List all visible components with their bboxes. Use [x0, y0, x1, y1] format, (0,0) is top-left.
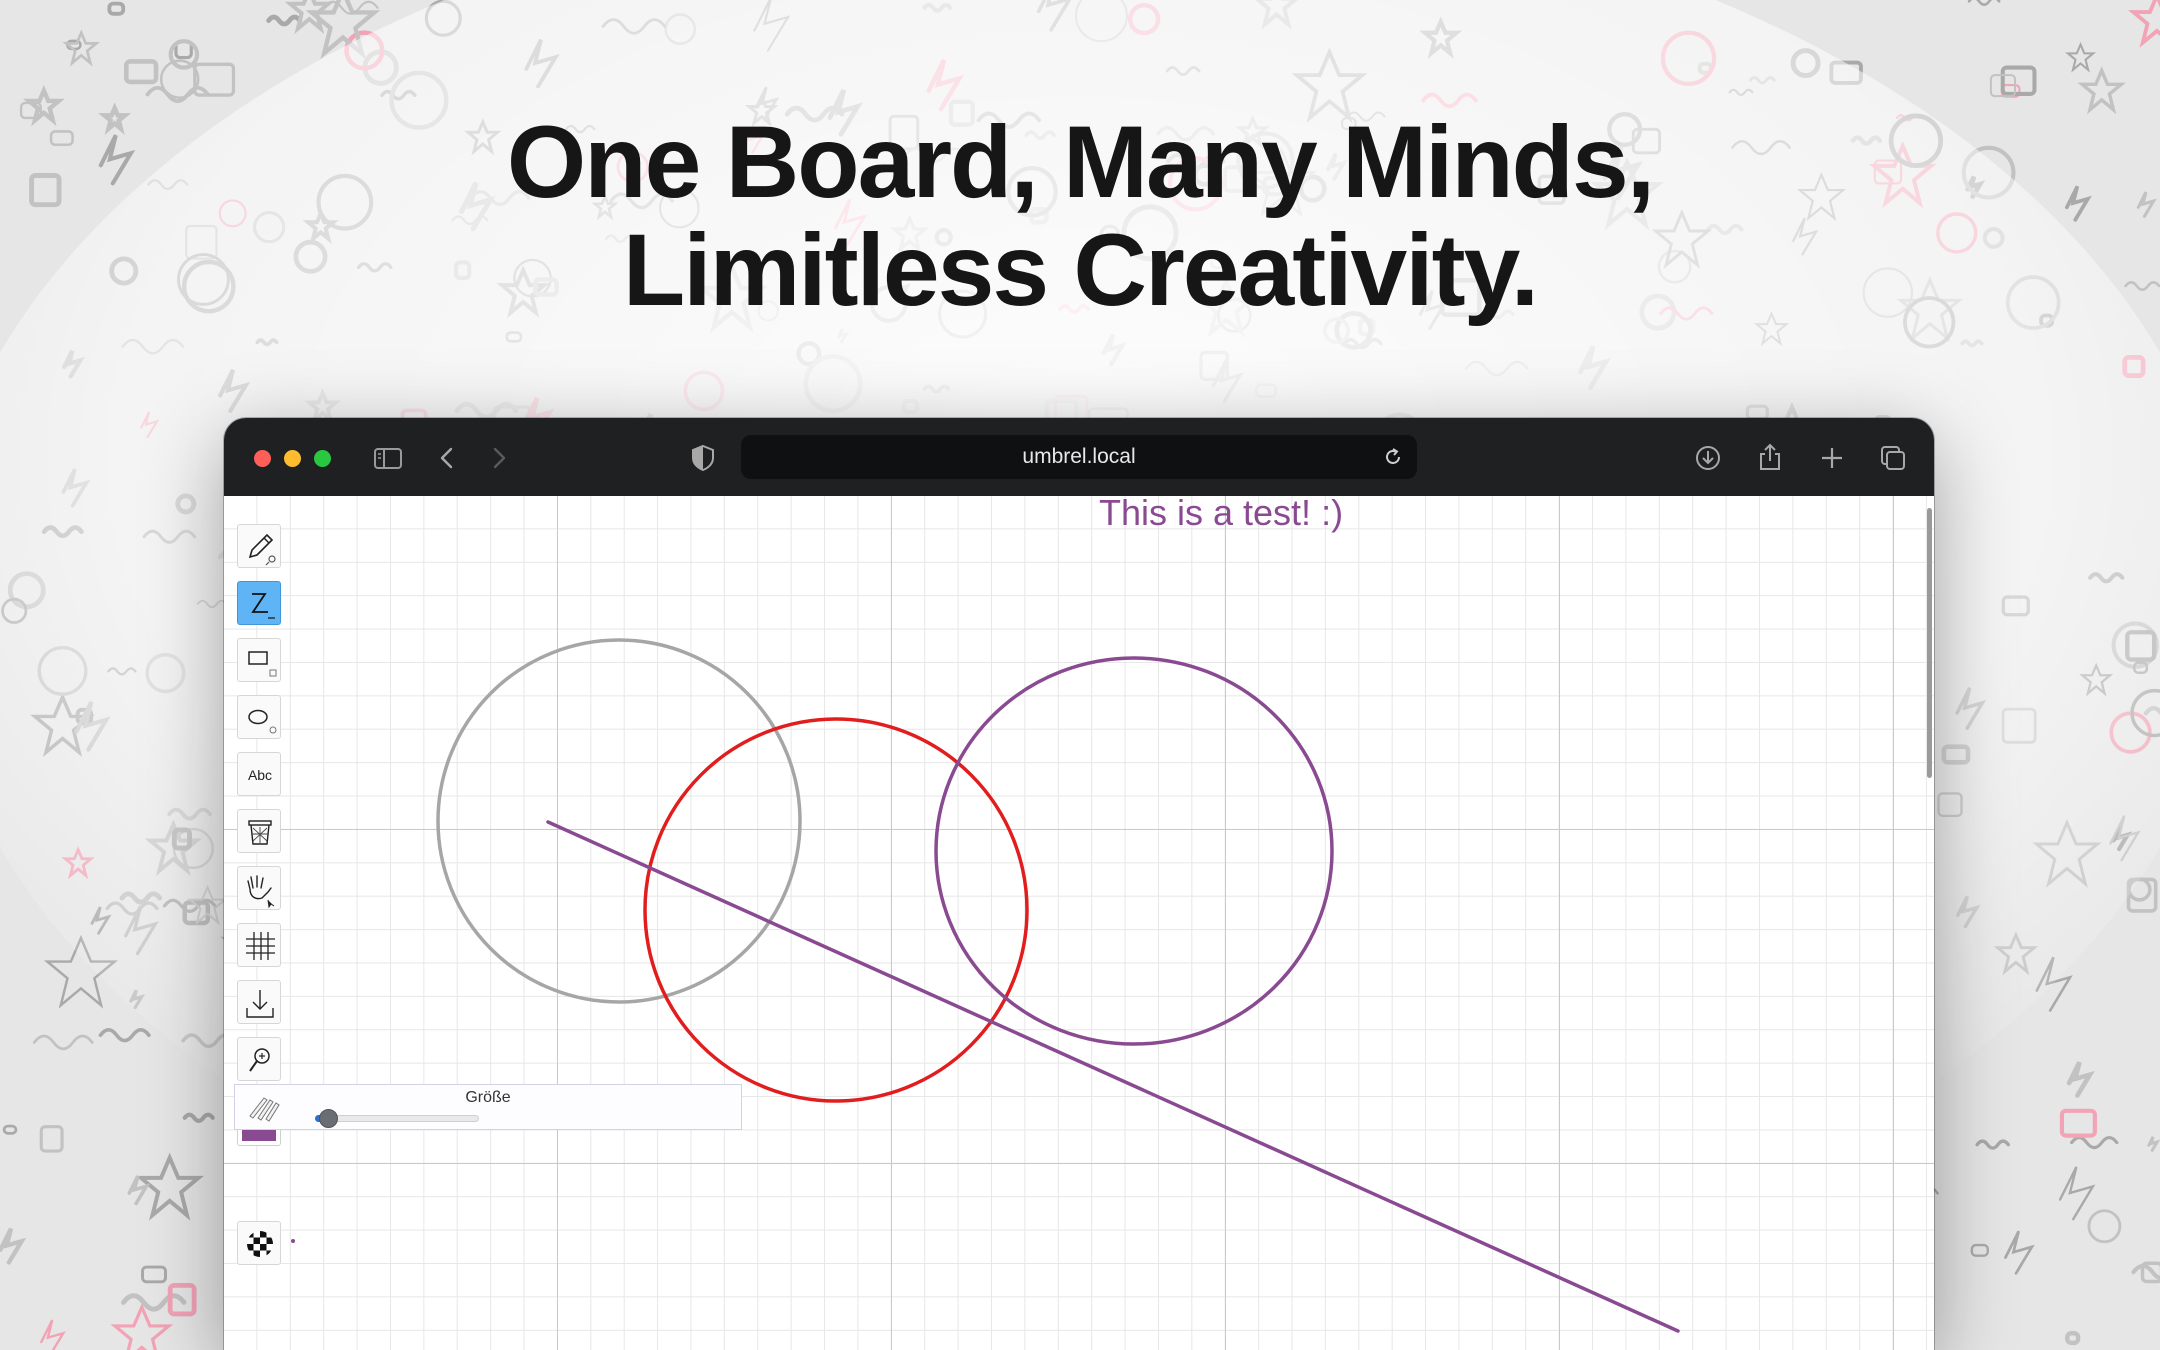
- pencil-icon: [248, 533, 276, 566]
- grid-tool[interactable]: [237, 923, 281, 967]
- zoom-tool[interactable]: [237, 1037, 281, 1081]
- gray-circle: [436, 638, 802, 1004]
- whiteboard-canvas[interactable]: [224, 496, 1934, 1350]
- ellipse-tool[interactable]: [237, 695, 281, 739]
- red-circle: [643, 717, 1029, 1103]
- download-icon[interactable]: [1690, 440, 1726, 476]
- clear-tool[interactable]: [237, 809, 281, 853]
- headline-line-1: One Board, Many Minds,: [506, 105, 1655, 219]
- share-icon[interactable]: [1752, 440, 1788, 476]
- browser-window: umbrel.local: [224, 418, 1934, 1350]
- zoom-icon: [249, 1048, 270, 1072]
- hand-icon: [247, 875, 275, 909]
- size-panel: Größe: [234, 1084, 742, 1130]
- sidebar-icon[interactable]: [370, 440, 406, 476]
- reload-icon[interactable]: [1381, 445, 1405, 469]
- transparency-tool[interactable]: [237, 1221, 281, 1265]
- size-slider[interactable]: [315, 1115, 479, 1122]
- headline: One Board, Many Minds, Limitless Creativ…: [0, 108, 2160, 324]
- back-icon[interactable]: [430, 440, 466, 476]
- text-tool[interactable]: Abc: [237, 752, 281, 796]
- size-label: Größe: [465, 1089, 511, 1106]
- download-tool[interactable]: [237, 980, 281, 1024]
- trash-icon: [248, 820, 272, 845]
- drawing-layer: [291, 638, 1680, 1333]
- forward-icon[interactable]: [480, 440, 516, 476]
- line-tool[interactable]: [237, 581, 281, 625]
- shield-icon[interactable]: [685, 440, 721, 476]
- canvas-text-note[interactable]: This is a test! :): [1099, 492, 1459, 534]
- zoom-window-button[interactable]: [314, 450, 331, 467]
- download-icon: [246, 990, 274, 1018]
- browser-titlebar: umbrel.local: [224, 418, 1934, 496]
- whiteboard-toolbar: Abc: [224, 496, 294, 1296]
- tab-overview-icon[interactable]: [1875, 440, 1911, 476]
- pan-tool[interactable]: [237, 866, 281, 910]
- rectangle-icon: [248, 651, 277, 677]
- checkerboard-icon: [247, 1231, 273, 1257]
- text-icon: Abc: [247, 767, 273, 783]
- vertical-scrollbar[interactable]: [1927, 508, 1932, 778]
- headline-line-2: Limitless Creativity.: [622, 213, 1539, 327]
- pencils-icon: [249, 1097, 280, 1122]
- purple-circle: [934, 656, 1334, 1046]
- address-bar[interactable]: umbrel.local: [741, 435, 1417, 479]
- purple-line: [546, 820, 1680, 1333]
- new-tab-icon[interactable]: [1814, 440, 1850, 476]
- minimize-window-button[interactable]: [284, 450, 301, 467]
- close-window-button[interactable]: [254, 450, 271, 467]
- ellipse-icon: [248, 709, 277, 734]
- pencil-tool[interactable]: [237, 524, 281, 568]
- grid-icon: [246, 932, 275, 960]
- rectangle-tool[interactable]: [237, 638, 281, 682]
- address-text: umbrel.local: [1022, 445, 1136, 468]
- line-icon: [251, 593, 275, 619]
- size-slider-thumb[interactable]: [319, 1109, 339, 1128]
